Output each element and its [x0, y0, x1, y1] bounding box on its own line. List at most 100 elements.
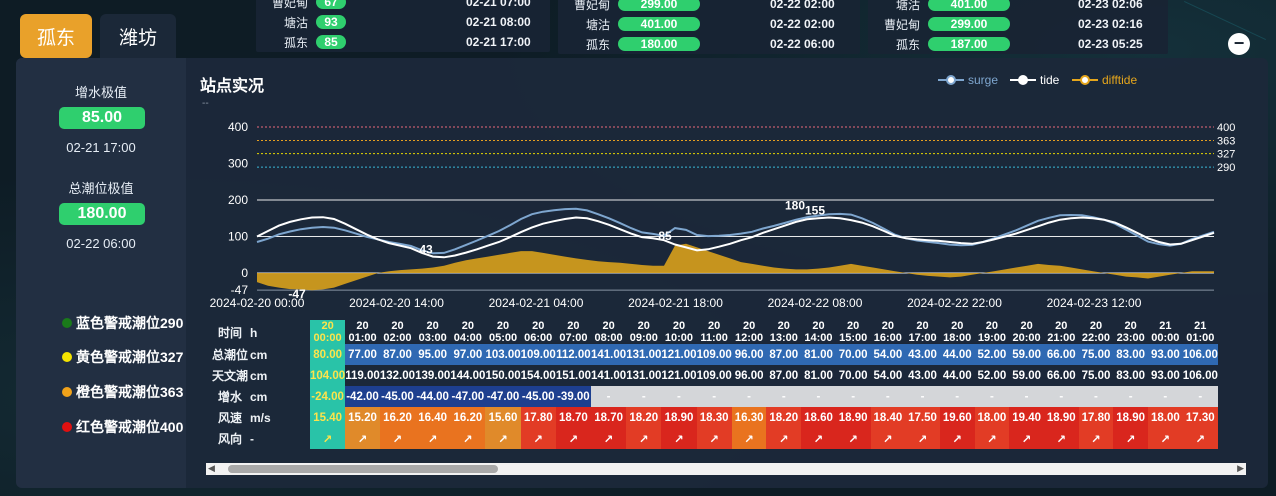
table-cell: - [731, 386, 767, 407]
table-cell: 70.00 [835, 344, 871, 365]
warning-red: 红色警戒潮位 400 [62, 417, 183, 437]
y-tick-label: 0 [241, 266, 248, 280]
y-tick-label: 300 [228, 157, 248, 171]
warning-orange: 橙色警戒潮位 363 [62, 382, 183, 402]
horizontal-scrollbar[interactable]: ◀ ▶ [206, 463, 1246, 475]
chart-legend[interactable]: surge tide difftide [938, 73, 1137, 87]
table-cell: ↗ [974, 428, 1010, 449]
row-header: 总潮位 cm [211, 348, 268, 362]
scrollbar-thumb[interactable] [228, 465, 498, 473]
table-cell: ↗ [661, 428, 697, 449]
table-cell: -39.00 [555, 386, 591, 407]
table-cell: - [591, 386, 627, 407]
table-cell: 44.00 [942, 369, 972, 382]
table-cell: 83.00 [1116, 369, 1146, 382]
table-cell: 119.00 [345, 369, 380, 382]
table-cell: - [661, 386, 697, 407]
warning-line-label: 327 [1217, 149, 1235, 161]
table-cell: 18.30 [696, 407, 732, 428]
table-cell: 15.40 [310, 407, 346, 428]
table-cell: 151.00 [555, 369, 591, 382]
table-cell: 52.00 [974, 344, 1010, 365]
row-header: 天文潮 cm [211, 369, 268, 383]
table-cell: 20 00:00 [310, 320, 346, 344]
table-cell: 96.00 [734, 369, 764, 382]
table-cell: 18.90 [1113, 407, 1148, 428]
table-cell: - [766, 386, 802, 407]
x-tick-label: 2024-02-21 18:00 [628, 296, 723, 310]
table-cell: 16.20 [379, 407, 416, 428]
table-row: 风速 m/s 15.40 15.20 16.20 16.40 16.20 15.60 17.80… [206, 407, 1218, 428]
row-header: 时间 h [217, 325, 258, 340]
table-cell: 141.00 [591, 369, 627, 382]
table-cell: 16.20 [450, 407, 486, 428]
table-cell: 16.30 [731, 407, 767, 428]
table-cell: 17.50 [905, 407, 940, 428]
data-label: 85 [658, 229, 672, 243]
table-row: 风向 - ↗ ↗ ↗ ↗ ↗ ↗ ↗ ↗ ↗ ↗ ↗ ↗ ↗ ↗ ↗ ↗ ↗ ↗ ↗ ↗ ↗ ↗ ↗ ↗ ↗ ↗ [206, 428, 1218, 449]
warning-line-label: 400 [1217, 122, 1235, 134]
row-header: 风向 - [217, 432, 254, 446]
table-cell: 144.00 [450, 369, 486, 382]
table-cell: - [801, 386, 836, 407]
table-cell: ↗ [345, 428, 380, 449]
warning-value: 363 [160, 384, 184, 400]
table-cell: 18.70 [555, 407, 591, 428]
table-cell: ↗ [1182, 428, 1218, 449]
table-cell: 18.60 [801, 407, 836, 428]
table-cell: 18.90 [1043, 407, 1079, 428]
table-cell: 17.80 [1078, 407, 1114, 428]
red-dot-icon [62, 422, 72, 432]
table-cell: 18.20 [766, 407, 802, 428]
table-cell: - [905, 386, 940, 407]
table-cell: 19.60 [939, 407, 975, 428]
table-cell: 131.00 [626, 344, 662, 365]
warning-label: 橙色警戒潮位 [76, 384, 160, 400]
data-label: 43 [419, 242, 433, 256]
table-cell: 20 15:00 [839, 320, 868, 344]
table-cell: 132.00 [379, 369, 416, 382]
table-cell: 70.00 [838, 369, 868, 382]
orange-dot-icon [62, 387, 72, 397]
table-cell: 20 16:00 [873, 320, 902, 344]
table-cell: 87.00 [379, 344, 416, 365]
data-label: 180 [785, 198, 805, 212]
table-cell: ↗ [696, 428, 732, 449]
legend-difftide-marker [1080, 75, 1090, 85]
table-cell: - [974, 386, 1010, 407]
table-cell: 97.00 [450, 344, 486, 365]
table-cell: 20 20:00 [1012, 320, 1041, 344]
table-cell: 93.00 [1150, 369, 1180, 382]
table-cell: 20 09:00 [629, 320, 658, 344]
warning-value: 327 [160, 349, 184, 365]
table-cell: ↗ [905, 428, 940, 449]
table-cell: 20 14:00 [804, 320, 833, 344]
warning-label: 红色警戒潮位 [76, 419, 160, 435]
table-cell: 141.00 [591, 344, 627, 365]
table-cell: ↗ [591, 428, 627, 449]
table-cell: - [1182, 386, 1218, 407]
table-cell: 131.00 [626, 369, 662, 382]
table-cell: 18.70 [591, 407, 627, 428]
table-cell: 20 08:00 [594, 320, 623, 344]
table-cell: 15.60 [485, 407, 521, 428]
table-cell: 20 01:00 [348, 320, 377, 344]
table-row: 增水 cm -24.00 -42.00 -45.00 -44.00 -47.00 -47.00… [206, 386, 1218, 407]
table-cell: 43.00 [905, 344, 940, 365]
table-cell: 80.00 [310, 344, 346, 365]
table-cell: 54.00 [873, 369, 903, 382]
table-cell: 21 01:00 [1186, 320, 1215, 344]
table-cell: 81.00 [804, 369, 833, 382]
legend-difftide-label: difftide [1102, 73, 1137, 87]
table-cell: 150.00 [485, 369, 521, 382]
difftide-area [257, 243, 1214, 291]
table-cell: 18.00 [1148, 407, 1183, 428]
table-cell: - [870, 386, 906, 407]
row-header: 增水 cm [217, 390, 268, 404]
table-cell: 154.00 [520, 369, 556, 382]
table-cell: - [696, 386, 732, 407]
table-cell: 20 12:00 [735, 320, 764, 344]
table-cell: 21 00:00 [1151, 320, 1180, 344]
scroll-left-icon[interactable]: ◀ [208, 463, 215, 474]
scroll-right-icon[interactable]: ▶ [1237, 463, 1244, 474]
